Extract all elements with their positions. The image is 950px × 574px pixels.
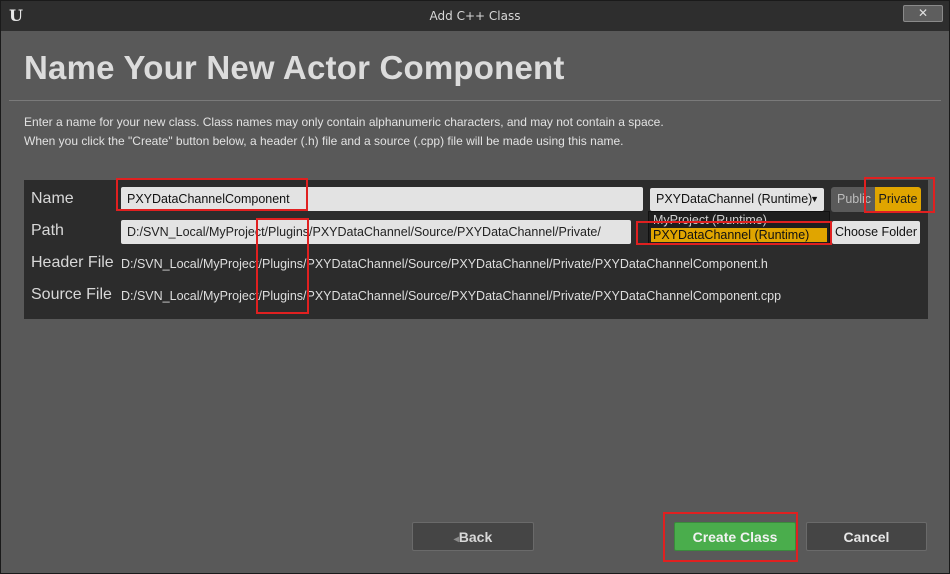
chevron-down-icon: ▼ bbox=[810, 194, 819, 204]
source-file-path: D:/SVN_Local/MyProject/Plugins/PXYDataCh… bbox=[121, 289, 782, 303]
window-title: Add C++ Class bbox=[429, 9, 521, 23]
private-toggle[interactable]: Private bbox=[875, 187, 921, 212]
class-name-input[interactable]: PXYDataChannelComponent bbox=[121, 187, 643, 211]
path-label: Path bbox=[31, 222, 64, 239]
description-line-1: Enter a name for your new class. Class n… bbox=[24, 115, 664, 129]
name-label: Name bbox=[31, 190, 74, 207]
choose-folder-button[interactable]: Choose Folder bbox=[832, 221, 920, 244]
back-button-label: Back bbox=[458, 529, 493, 545]
page-title: Name Your New Actor Component bbox=[24, 49, 565, 86]
module-dropdown-menu: MyProject (Runtime) PXYDataChannel (Runt… bbox=[648, 211, 830, 245]
public-toggle[interactable]: Public bbox=[831, 187, 875, 212]
module-select[interactable]: PXYDataChannel (Runtime) ▼ bbox=[650, 188, 824, 211]
module-select-value: PXYDataChannel (Runtime) bbox=[656, 192, 813, 206]
title-bar[interactable]: U Add C++ Class ✕ bbox=[1, 1, 949, 31]
module-option-pxydatachannel[interactable]: PXYDataChannel (Runtime) bbox=[651, 228, 827, 242]
close-button[interactable]: ✕ bbox=[903, 5, 943, 22]
header-file-label: Header File bbox=[31, 254, 114, 271]
description-line-2: When you click the "Create" button below… bbox=[24, 134, 624, 148]
module-option-myproject[interactable]: MyProject (Runtime) bbox=[651, 213, 827, 227]
add-class-dialog: U Add C++ Class ✕ Name Your New Actor Co… bbox=[0, 0, 950, 574]
create-class-button[interactable]: Create Class bbox=[674, 522, 796, 551]
path-input[interactable]: D:/SVN_Local/MyProject/Plugins/PXYDataCh… bbox=[121, 220, 631, 244]
divider bbox=[9, 100, 941, 101]
cancel-button[interactable]: Cancel bbox=[806, 522, 927, 551]
back-button[interactable]: ◂Back bbox=[412, 522, 534, 551]
source-file-label: Source File bbox=[31, 286, 112, 303]
header-file-path: D:/SVN_Local/MyProject/Plugins/PXYDataCh… bbox=[121, 257, 768, 271]
